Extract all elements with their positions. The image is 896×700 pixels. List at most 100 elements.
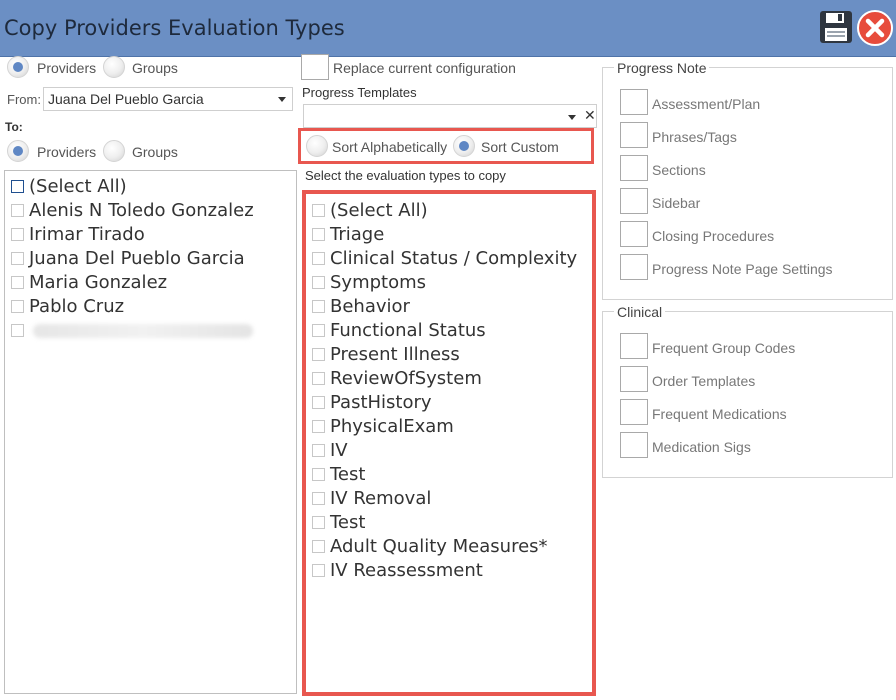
page-settings-label: Progress Note Page Settings [652, 261, 833, 277]
list-item-label: (Select All) [330, 200, 428, 221]
checkbox[interactable] [312, 516, 325, 529]
redacted-name [33, 324, 253, 338]
checkbox[interactable] [11, 228, 24, 241]
frequent-group-codes-checkbox[interactable] [620, 333, 648, 359]
list-item-label: Pablo Cruz [29, 296, 125, 317]
from-provider-value: Juana Del Pueblo Garcia [48, 91, 204, 107]
from-label: From: [7, 92, 41, 107]
to-provider-list[interactable]: (Select All) Alenis N Toledo Gonzalez Ir… [4, 170, 297, 694]
checkbox[interactable] [11, 324, 24, 337]
list-item-label: Clinical Status / Complexity [330, 248, 578, 269]
to-providers-radio[interactable] [7, 140, 29, 162]
frequent-group-codes-label: Frequent Group Codes [652, 340, 796, 356]
select-eval-label: Select the evaluation types to copy [305, 168, 506, 183]
order-templates-label: Order Templates [652, 373, 756, 389]
list-item-label: Juana Del Pueblo Garcia [29, 248, 245, 269]
clear-icon[interactable]: ✕ [584, 107, 596, 124]
list-item-label: ReviewOfSystem [330, 368, 482, 389]
progress-note-title: Progress Note [614, 60, 710, 76]
to-label: To: [5, 120, 23, 134]
checkbox[interactable] [312, 396, 325, 409]
list-item-label: Symptoms [330, 272, 427, 293]
sidebar-checkbox[interactable] [620, 188, 648, 214]
close-button[interactable] [856, 9, 894, 47]
to-groups-radio[interactable] [103, 140, 125, 162]
phrases-tags-label: Phrases/Tags [652, 129, 737, 145]
checkbox[interactable] [312, 540, 325, 553]
assessment-plan-label: Assessment/Plan [652, 96, 761, 112]
list-item-label: PhysicalExam [330, 416, 454, 437]
chevron-down-icon [568, 115, 576, 120]
phrases-tags-checkbox[interactable] [620, 122, 648, 148]
list-item-label: IV Removal [330, 488, 432, 509]
clinical-title: Clinical [614, 304, 666, 320]
sections-checkbox[interactable] [620, 155, 648, 181]
list-item-label: Triage [330, 224, 385, 245]
checkbox[interactable] [312, 324, 325, 337]
to-groups-label: Groups [132, 144, 178, 160]
from-providers-radio[interactable] [7, 56, 29, 78]
list-item-label: IV Reassessment [330, 560, 483, 581]
list-item-label: Test [330, 464, 366, 485]
checkbox[interactable] [312, 300, 325, 313]
list-item-label: Maria Gonzalez [29, 272, 168, 293]
sort-custom-label: Sort Custom [481, 139, 559, 155]
sort-options-highlight: Sort Alphabetically Sort Custom [298, 128, 594, 164]
checkbox[interactable] [11, 300, 24, 313]
frequent-medications-label: Frequent Medications [652, 406, 787, 422]
list-item-label: PastHistory [330, 392, 432, 413]
list-item-label: Irimar Tirado [29, 224, 145, 245]
list-item-label: Test [330, 512, 366, 533]
medication-sigs-label: Medication Sigs [652, 439, 751, 455]
closing-procedures-checkbox[interactable] [620, 221, 648, 247]
checkbox[interactable] [312, 468, 325, 481]
sort-alpha-radio[interactable] [306, 135, 328, 157]
checkbox[interactable] [312, 204, 325, 217]
order-templates-checkbox[interactable] [620, 366, 648, 392]
floppy-disk-icon [820, 11, 852, 43]
list-item-label: Present Illness [330, 344, 460, 365]
assessment-plan-checkbox[interactable] [620, 89, 648, 115]
checkbox[interactable] [312, 372, 325, 385]
frequent-medications-checkbox[interactable] [620, 399, 648, 425]
checkbox[interactable] [312, 420, 325, 433]
checkbox[interactable] [11, 252, 24, 265]
checkbox[interactable] [312, 228, 325, 241]
list-item-label: (Select All) [29, 176, 127, 197]
from-provider-select[interactable]: Juana Del Pueblo Garcia [43, 87, 293, 111]
checkbox[interactable] [312, 276, 325, 289]
save-button[interactable] [818, 9, 854, 45]
from-groups-label: Groups [132, 60, 178, 76]
checkbox[interactable] [11, 180, 24, 193]
page-settings-checkbox[interactable] [620, 254, 648, 280]
checkbox[interactable] [312, 252, 325, 265]
checkbox[interactable] [312, 348, 325, 361]
list-item[interactable] [11, 320, 271, 342]
list-item-label: Functional Status [330, 320, 486, 341]
sidebar-label: Sidebar [652, 195, 701, 211]
checkbox[interactable] [11, 204, 24, 217]
checkbox[interactable] [312, 492, 325, 505]
checkbox[interactable] [312, 444, 325, 457]
title-bar: Copy Providers Evaluation Types [0, 0, 896, 57]
checkbox[interactable] [11, 276, 24, 289]
sections-label: Sections [652, 162, 706, 178]
sort-custom-radio[interactable] [453, 135, 475, 157]
evaluation-types-list[interactable]: (Select All) Triage Clinical Status / Co… [302, 190, 596, 696]
from-groups-radio[interactable] [103, 56, 125, 78]
progress-templates-select[interactable]: ✕ [303, 104, 597, 128]
medication-sigs-checkbox[interactable] [620, 432, 648, 458]
checkbox[interactable] [312, 564, 325, 577]
sort-alpha-label: Sort Alphabetically [332, 139, 448, 155]
replace-config-label: Replace current configuration [333, 60, 516, 76]
chevron-down-icon [278, 97, 286, 102]
list-item-label: IV [330, 440, 348, 461]
templates-label: Progress Templates [302, 85, 417, 100]
list-item-label: Alenis N Toledo Gonzalez [29, 200, 254, 221]
closing-procedures-label: Closing Procedures [652, 228, 775, 244]
window-title: Copy Providers Evaluation Types [4, 16, 345, 40]
replace-config-checkbox[interactable] [301, 54, 329, 80]
to-providers-label: Providers [37, 144, 97, 160]
list-item-label: Behavior [330, 296, 410, 317]
from-providers-label: Providers [37, 60, 97, 76]
